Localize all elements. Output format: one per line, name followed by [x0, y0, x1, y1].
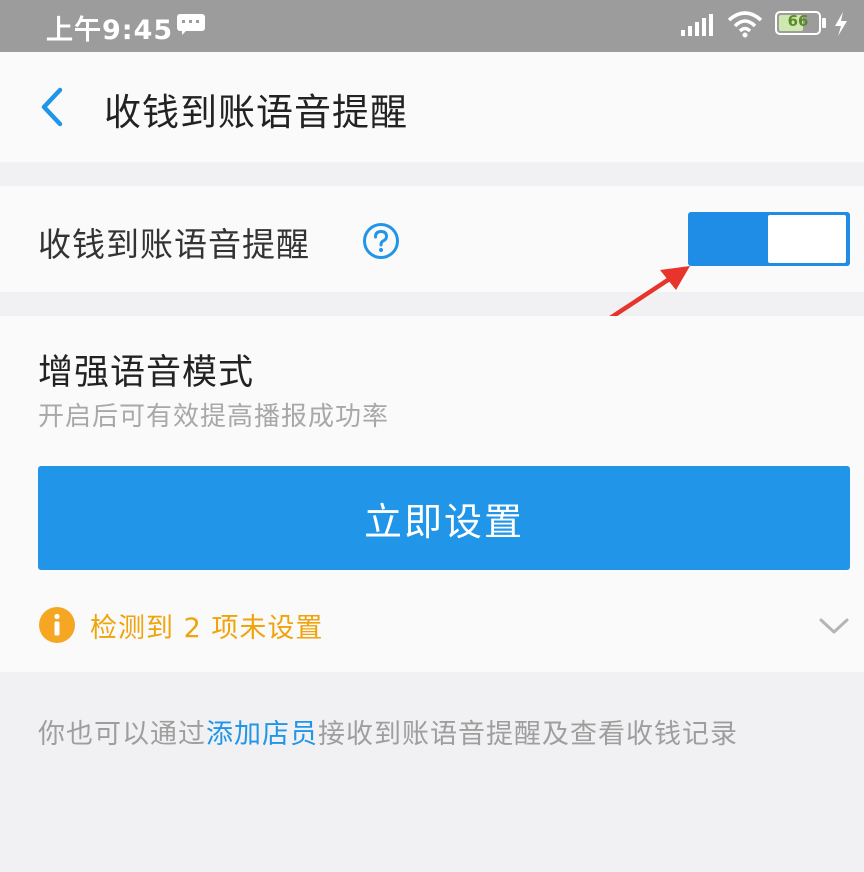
- battery-icon: 66: [775, 11, 821, 35]
- status-bar: 上午9:45 66: [0, 0, 864, 52]
- chevron-down-icon[interactable]: [818, 616, 850, 636]
- toggle-knob: [768, 215, 846, 263]
- footer-prefix: 你也可以通过: [38, 719, 206, 750]
- footer-note: 你也可以通过添加店员接收到账语音提醒及查看收钱记录: [38, 712, 738, 751]
- info-circle-icon: [39, 607, 75, 643]
- set-now-button[interactable]: 立即设置: [38, 466, 850, 570]
- voice-alert-toggle[interactable]: [688, 212, 850, 266]
- enhanced-mode-description: 开启后可有效提高播报成功率: [38, 402, 390, 432]
- unset-items-warning: 检测到 2 项未设置: [90, 613, 324, 644]
- add-staff-link[interactable]: 添加店员: [206, 719, 318, 750]
- page-header: 收钱到账语音提醒: [0, 52, 864, 162]
- enhanced-mode-title: 增强语音模式: [38, 353, 255, 393]
- battery-percent: 66: [787, 12, 809, 30]
- enhanced-mode-section: 增强语音模式 开启后可有效提高播报成功率 立即设置 检测到 2 项未设置: [0, 316, 864, 672]
- footer-suffix: 接收到账语音提醒及查看收钱记录: [318, 719, 738, 750]
- page-title: 收钱到账语音提醒: [104, 91, 408, 134]
- voice-alert-row: 收钱到账语音提醒: [0, 186, 864, 292]
- wifi-icon: [727, 11, 763, 38]
- message-icon: [177, 14, 205, 35]
- charging-icon: [835, 12, 847, 36]
- voice-alert-label: 收钱到账语音提醒: [38, 225, 310, 264]
- signal-icon: [681, 14, 713, 36]
- question-circle-icon[interactable]: [362, 222, 400, 260]
- battery-cap: [822, 18, 826, 28]
- status-time: 上午9:45: [46, 15, 174, 46]
- chevron-left-icon[interactable]: [34, 84, 70, 130]
